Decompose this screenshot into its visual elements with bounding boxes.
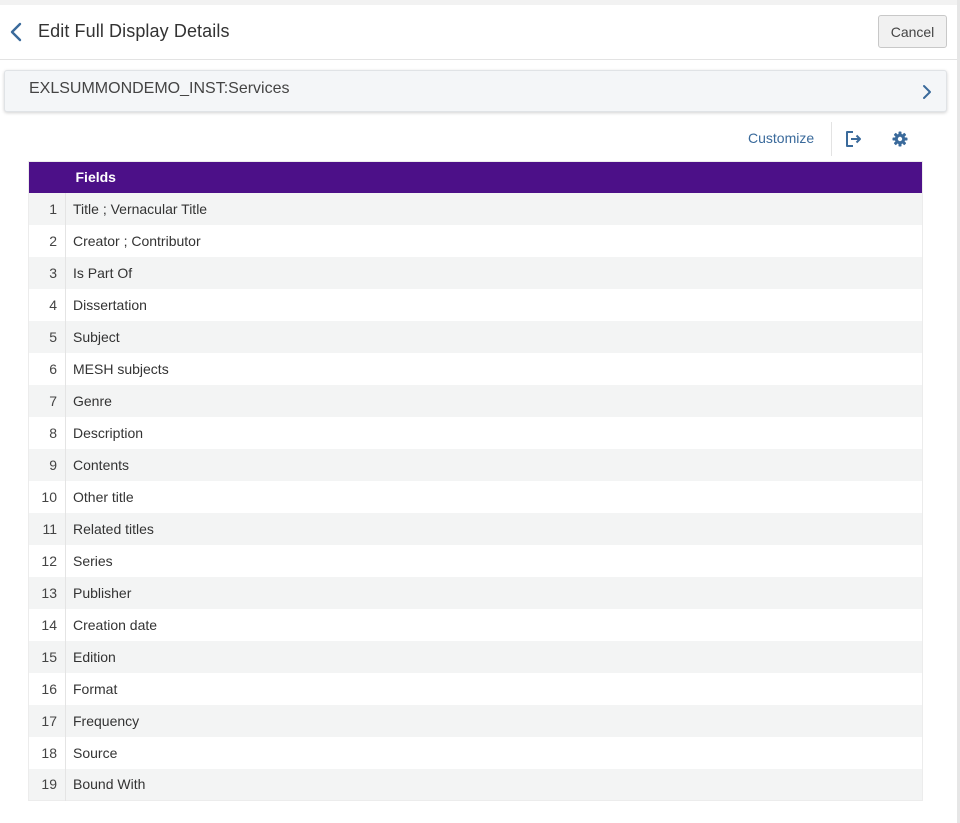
row-number: 16 (28, 672, 66, 705)
table-row[interactable]: 9 Contents (28, 448, 923, 481)
export-button[interactable] (842, 128, 864, 150)
fields-table: Fields 1 Title ; Vernacular Title 2 Creator… (28, 161, 923, 801)
field-name: Bound With (65, 768, 923, 801)
row-number: 12 (28, 544, 66, 577)
row-number: 6 (28, 352, 66, 385)
table-row[interactable]: 17 Frequency (28, 704, 923, 737)
field-name: Other title (65, 480, 923, 513)
row-number-header (28, 161, 66, 193)
services-bar[interactable]: EXLSUMMONDEMO_INST:Services (4, 70, 947, 112)
row-number: 14 (28, 608, 66, 641)
table-row[interactable]: 10 Other title (28, 480, 923, 513)
table-body: 1 Title ; Vernacular Title 2 Creator ; Cont… (28, 192, 923, 801)
page-header: Edit Full Display Details Cancel (0, 5, 957, 60)
table-row[interactable]: 3 Is Part Of (28, 256, 923, 289)
expand-button[interactable] (920, 82, 934, 102)
table-toolbar: Customize (0, 122, 957, 156)
row-number: 15 (28, 640, 66, 673)
table-row[interactable]: 8 Description (28, 416, 923, 449)
field-name: Edition (65, 640, 923, 673)
table-row[interactable]: 12 Series (28, 544, 923, 577)
table-header-row: Fields (28, 161, 923, 193)
row-number: 3 (28, 256, 66, 289)
field-name: Contents (65, 448, 923, 481)
cancel-button[interactable]: Cancel (878, 15, 947, 48)
table-row[interactable]: 6 MESH subjects (28, 352, 923, 385)
table-row[interactable]: 11 Related titles (28, 512, 923, 545)
row-number: 9 (28, 448, 66, 481)
services-label: EXLSUMMONDEMO_INST:Services (29, 80, 290, 97)
row-number: 8 (28, 416, 66, 449)
field-name: Frequency (65, 704, 923, 737)
field-name: Publisher (65, 576, 923, 609)
field-name: Description (65, 416, 923, 449)
field-name: Format (65, 672, 923, 705)
field-name: Dissertation (65, 288, 923, 321)
fields-column-header[interactable]: Fields (65, 161, 923, 193)
row-number: 13 (28, 576, 66, 609)
table-row[interactable]: 13 Publisher (28, 576, 923, 609)
table-row[interactable]: 2 Creator ; Contributor (28, 224, 923, 257)
row-number: 1 (28, 192, 66, 225)
field-name: Creator ; Contributor (65, 224, 923, 257)
table-row[interactable]: 5 Subject (28, 320, 923, 353)
field-name: Genre (65, 384, 923, 417)
table-row[interactable]: 1 Title ; Vernacular Title (28, 192, 923, 225)
table-row[interactable]: 14 Creation date (28, 608, 923, 641)
chevron-left-icon (10, 22, 22, 42)
field-name: Source (65, 736, 923, 769)
row-number: 18 (28, 736, 66, 769)
row-number: 2 (28, 224, 66, 257)
field-name: Is Part Of (65, 256, 923, 289)
row-number: 19 (28, 768, 66, 801)
table-row[interactable]: 15 Edition (28, 640, 923, 673)
field-name: Series (65, 544, 923, 577)
row-number: 17 (28, 704, 66, 737)
row-number: 10 (28, 480, 66, 513)
table-row[interactable]: 7 Genre (28, 384, 923, 417)
chevron-right-icon (923, 85, 931, 99)
field-name: Related titles (65, 512, 923, 545)
customize-link[interactable]: Customize (748, 130, 814, 146)
table-row[interactable]: 19 Bound With (28, 768, 923, 801)
gear-icon (892, 131, 908, 147)
field-name: Creation date (65, 608, 923, 641)
field-name: MESH subjects (65, 352, 923, 385)
field-name: Subject (65, 320, 923, 353)
table-row[interactable]: 18 Source (28, 736, 923, 769)
toolbar-divider (831, 122, 832, 156)
back-button[interactable] (6, 19, 26, 45)
row-number: 7 (28, 384, 66, 417)
page-title: Edit Full Display Details (38, 21, 230, 41)
row-number: 4 (28, 288, 66, 321)
field-name: Title ; Vernacular Title (65, 192, 923, 225)
row-number: 5 (28, 320, 66, 353)
row-number: 11 (28, 512, 66, 545)
table-row[interactable]: 16 Format (28, 672, 923, 705)
settings-button[interactable] (889, 128, 911, 150)
table-row[interactable]: 4 Dissertation (28, 288, 923, 321)
export-icon (846, 131, 861, 147)
